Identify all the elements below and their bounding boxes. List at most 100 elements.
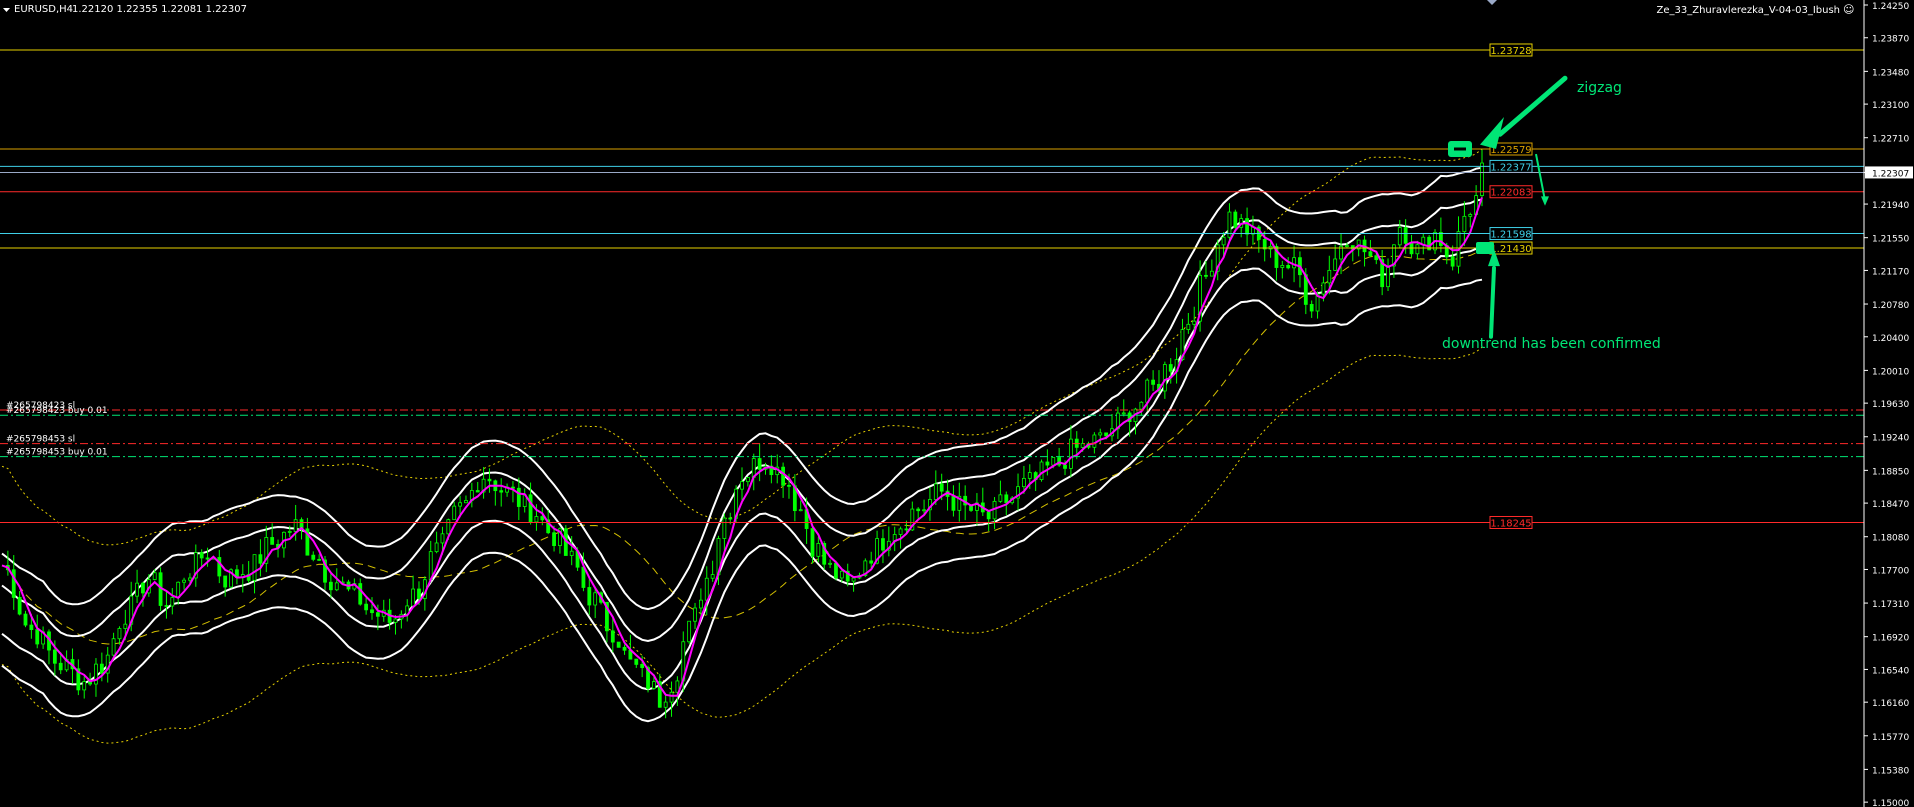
candle-body xyxy=(640,664,645,669)
candle-body xyxy=(511,486,515,489)
candle-body xyxy=(652,681,656,689)
candle-body xyxy=(663,701,668,708)
candle-body xyxy=(881,538,885,551)
candle-body xyxy=(552,532,556,547)
candle-body xyxy=(839,570,844,579)
candle-body xyxy=(1145,379,1150,403)
order-label-3: #265798453 buy 0.01 xyxy=(6,448,108,458)
candle-body xyxy=(616,641,621,648)
candle-body xyxy=(1063,464,1067,469)
candle-body xyxy=(52,649,57,664)
axis-label-21: 1.16160 xyxy=(1872,699,1909,709)
candle-body xyxy=(1280,265,1285,268)
level-label-0: 1.23728 xyxy=(1490,46,1531,57)
candle-body xyxy=(1286,265,1291,269)
level-label-5: 1.21430 xyxy=(1490,244,1531,255)
candle-body xyxy=(1051,457,1056,466)
downtrend-annotation: downtrend has been confirmed xyxy=(1442,336,1661,352)
candle-body xyxy=(933,483,938,500)
axis-label-23: 1.15380 xyxy=(1872,766,1909,776)
zigzag-annotation: zigzag xyxy=(1577,80,1622,96)
candle-body xyxy=(622,646,627,651)
candle-body xyxy=(610,630,615,643)
candle-body xyxy=(1080,443,1085,448)
candle-body xyxy=(939,483,944,492)
candle-body xyxy=(534,516,539,523)
level-label-3: 1.22083 xyxy=(1490,188,1531,199)
candle-body xyxy=(757,458,762,470)
candle-body xyxy=(434,542,439,553)
level-label-4: 1.21598 xyxy=(1490,230,1531,241)
candle-body xyxy=(1386,265,1390,288)
candle-body xyxy=(516,487,521,507)
candle-body xyxy=(669,691,674,703)
candle-body xyxy=(164,605,169,607)
candle-body xyxy=(1333,258,1338,271)
axis-label-4: 1.22710 xyxy=(1872,135,1909,145)
candle-body xyxy=(1186,323,1191,331)
axis-label-5: 1.22307 xyxy=(1872,169,1909,179)
candle-body xyxy=(141,582,145,594)
candle-body xyxy=(1221,236,1226,246)
candle-body xyxy=(446,519,451,535)
candle-body xyxy=(199,552,204,559)
candle-body xyxy=(922,509,926,512)
axis-label-24: 1.15000 xyxy=(1872,799,1909,807)
candle-body xyxy=(417,588,421,599)
candle-body xyxy=(117,628,122,640)
candle-body xyxy=(452,505,457,521)
candle-body xyxy=(1245,218,1249,235)
axis-label-18: 1.17310 xyxy=(1872,600,1909,610)
candle-body xyxy=(710,574,715,579)
axis-label-12: 1.19630 xyxy=(1872,400,1909,410)
order-label-1: #265798423 buy 0.01 xyxy=(6,406,108,416)
candle-body xyxy=(393,618,398,623)
candle-body xyxy=(1104,432,1109,437)
candle-body xyxy=(1345,245,1349,247)
candle-body xyxy=(1397,227,1402,246)
candle-body xyxy=(1368,251,1373,257)
candle-body xyxy=(223,575,228,588)
price-chart[interactable]: 1.237281.225791.223771.220831.215981.214… xyxy=(0,0,1914,807)
candle-body xyxy=(1415,244,1420,255)
ohlc-label: 1.22120 1.22355 1.22081 1.22307 xyxy=(72,4,247,15)
axis-label-19: 1.16920 xyxy=(1872,634,1909,644)
candle-body xyxy=(411,588,416,607)
axis-label-16: 1.18080 xyxy=(1872,534,1909,544)
candle-body xyxy=(58,662,63,671)
candle-body xyxy=(1192,320,1197,325)
candle-body xyxy=(634,658,639,665)
axis-label-14: 1.18850 xyxy=(1872,467,1909,477)
candle-body xyxy=(1233,211,1238,228)
candle-body xyxy=(152,572,157,580)
candle-body xyxy=(293,519,298,532)
axis-label-6: 1.21940 xyxy=(1872,201,1909,211)
candle-body xyxy=(816,543,821,557)
candle-body xyxy=(781,466,786,486)
candle-body xyxy=(317,558,322,561)
candle-body xyxy=(828,562,832,565)
candle-body xyxy=(693,607,697,622)
candle-body xyxy=(1092,434,1097,448)
axis-label-11: 1.20010 xyxy=(1872,367,1909,377)
candle-body xyxy=(698,599,703,609)
candle-body xyxy=(1039,461,1044,480)
candle-body xyxy=(1004,494,1009,504)
axis-label-13: 1.19240 xyxy=(1872,434,1909,444)
candle-body xyxy=(1068,438,1073,469)
candle-body xyxy=(487,478,492,482)
candle-body xyxy=(986,511,991,520)
candle-body xyxy=(1374,255,1379,261)
candle-body xyxy=(205,557,210,560)
candle-body xyxy=(499,490,504,493)
candle-body xyxy=(258,554,263,564)
candle-body xyxy=(704,577,709,601)
smiley-icon[interactable]: ☺ xyxy=(1843,3,1854,16)
candle-body xyxy=(951,496,956,511)
axis-label-20: 1.16540 xyxy=(1872,666,1909,676)
candle-body xyxy=(188,577,192,581)
candle-body xyxy=(1098,432,1103,436)
candle-body xyxy=(745,477,750,483)
axis-label-10: 1.20400 xyxy=(1872,334,1909,344)
symbol-label: EURUSD,H4 xyxy=(14,4,73,15)
